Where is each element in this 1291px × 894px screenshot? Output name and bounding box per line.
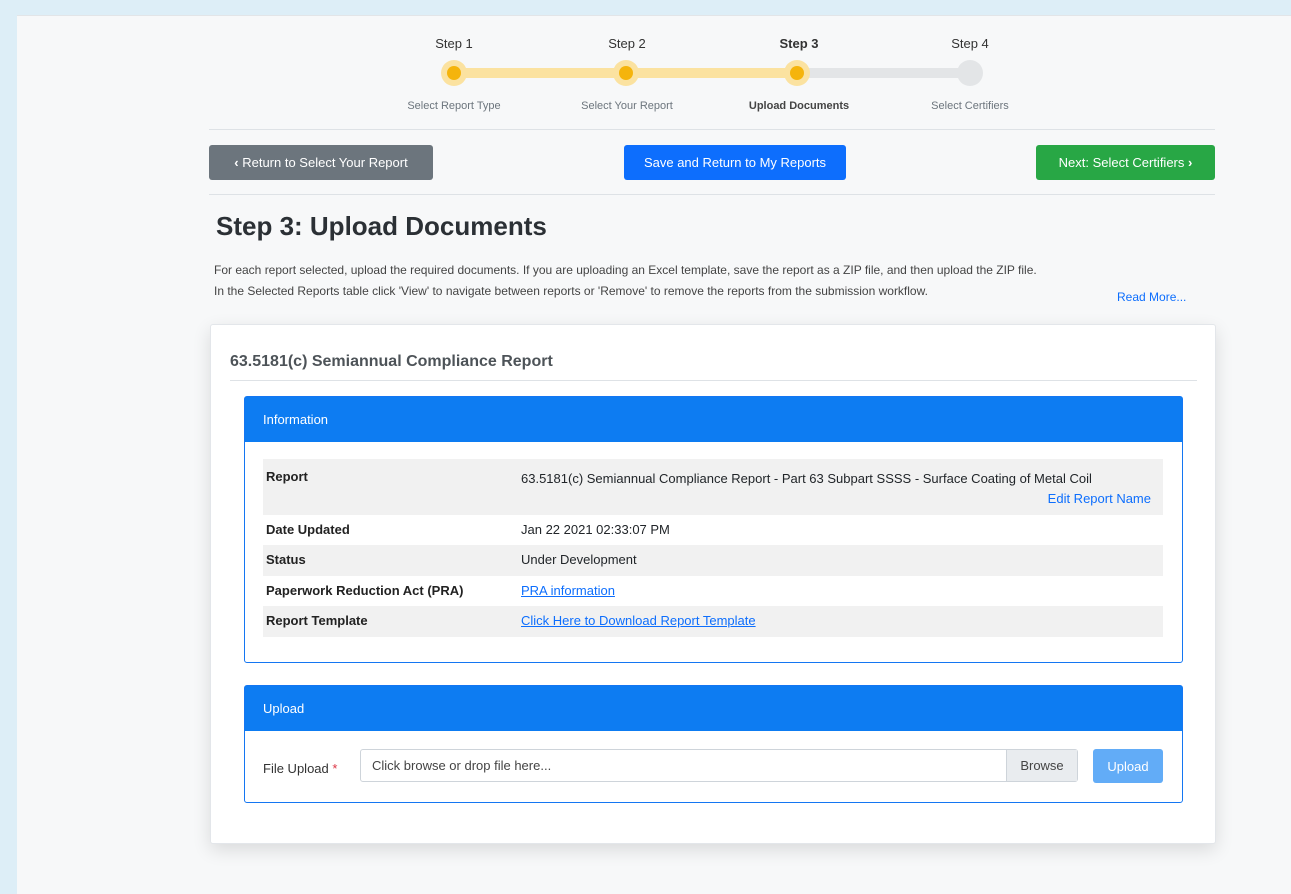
step-3-subtitle: Upload Documents — [748, 100, 850, 112]
save-button-label: Save and Return to My Reports — [643, 155, 827, 170]
info-row-report-template: Report Template Click Here to Download R… — [263, 606, 1163, 637]
progress-track-remaining — [798, 68, 970, 78]
chevron-right-icon: › — [1184, 155, 1193, 170]
intro-line-2: In the Selected Reports table click 'Vie… — [214, 284, 928, 298]
return-button-label: Return to Select Your Report — [242, 155, 408, 170]
required-marker: * — [332, 761, 338, 776]
info-row-status: Status Under Development — [263, 545, 1163, 576]
step-3-title: Step 3 — [779, 36, 819, 51]
step-3-marker — [784, 60, 810, 86]
return-to-select-report-button[interactable]: ‹ Return to Select Your Report — [209, 145, 433, 180]
intro-text: For each report selected, upload the req… — [214, 260, 1214, 302]
report-card-title: 63.5181(c) Semiannual Compliance Report — [230, 353, 553, 370]
download-report-template-link[interactable]: Click Here to Download Report Template — [521, 613, 756, 628]
step-4-marker — [957, 60, 983, 86]
next-button-label: Next: Select Certifiers — [1058, 155, 1185, 170]
information-panel: Information Report 63.5181(c) Semiannual… — [244, 396, 1183, 663]
step-2-marker — [613, 60, 639, 86]
file-upload-input[interactable]: Click browse or drop file here... Browse — [360, 749, 1078, 782]
info-row-pra: Paperwork Reduction Act (PRA) PRA inform… — [263, 576, 1163, 606]
info-label-report: Report — [266, 469, 308, 484]
step-1-title: Step 1 — [435, 36, 473, 51]
file-upload-label: File Upload * — [263, 761, 337, 776]
step-2-subtitle: Select Your Report — [581, 100, 673, 112]
info-label-pra: Paperwork Reduction Act (PRA) — [266, 583, 464, 598]
page-title: Step 3: Upload Documents — [216, 211, 547, 241]
save-and-return-button[interactable]: Save and Return to My Reports — [624, 145, 846, 180]
chevron-left-icon: ‹ — [234, 155, 243, 170]
file-upload-label-text: File Upload — [263, 761, 329, 776]
intro-line-1: For each report selected, upload the req… — [214, 263, 1037, 277]
info-value-date-updated: Jan 22 2021 02:33:07 PM — [521, 522, 670, 537]
information-table: Report 63.5181(c) Semiannual Compliance … — [263, 459, 1163, 637]
upload-button[interactable]: Upload — [1093, 749, 1163, 783]
information-panel-header: Information — [245, 397, 1182, 442]
progress-stepper: Step 1 Step 2 Step 3 Step 4 Select Repor… — [17, 16, 1291, 130]
page-content: Step 1 Step 2 Step 3 Step 4 Select Repor… — [17, 15, 1291, 894]
info-row-report: Report 63.5181(c) Semiannual Compliance … — [263, 459, 1163, 515]
info-label-report-template: Report Template — [266, 613, 368, 628]
info-label-status: Status — [266, 552, 306, 567]
divider-top — [209, 129, 1215, 130]
info-row-date-updated: Date Updated Jan 22 2021 02:33:07 PM — [263, 515, 1163, 545]
info-value-report: 63.5181(c) Semiannual Compliance Report … — [521, 471, 1092, 486]
step-4-subtitle: Select Certifiers — [931, 100, 1009, 112]
step-2-title: Step 2 — [608, 36, 646, 51]
upload-panel: Upload File Upload * Click browse or dro… — [244, 685, 1183, 803]
step-4-title: Step 4 — [951, 36, 989, 51]
report-card: 63.5181(c) Semiannual Compliance Report … — [210, 324, 1216, 844]
divider-bottom — [209, 194, 1215, 195]
file-upload-placeholder: Click browse or drop file here... — [372, 758, 552, 773]
edit-report-name-link[interactable]: Edit Report Name — [1048, 489, 1163, 509]
card-divider — [230, 380, 1197, 381]
pra-information-link[interactable]: PRA information — [521, 583, 615, 598]
upload-panel-header: Upload — [245, 686, 1182, 731]
step-1-marker — [441, 60, 467, 86]
step-1-subtitle: Select Report Type — [407, 100, 501, 112]
browse-button[interactable]: Browse — [1006, 750, 1077, 781]
info-label-date-updated: Date Updated — [266, 522, 350, 537]
next-select-certifiers-button[interactable]: Next: Select Certifiers › — [1036, 145, 1215, 180]
info-value-status: Under Development — [521, 552, 637, 567]
read-more-link[interactable]: Read More... — [1117, 290, 1186, 304]
